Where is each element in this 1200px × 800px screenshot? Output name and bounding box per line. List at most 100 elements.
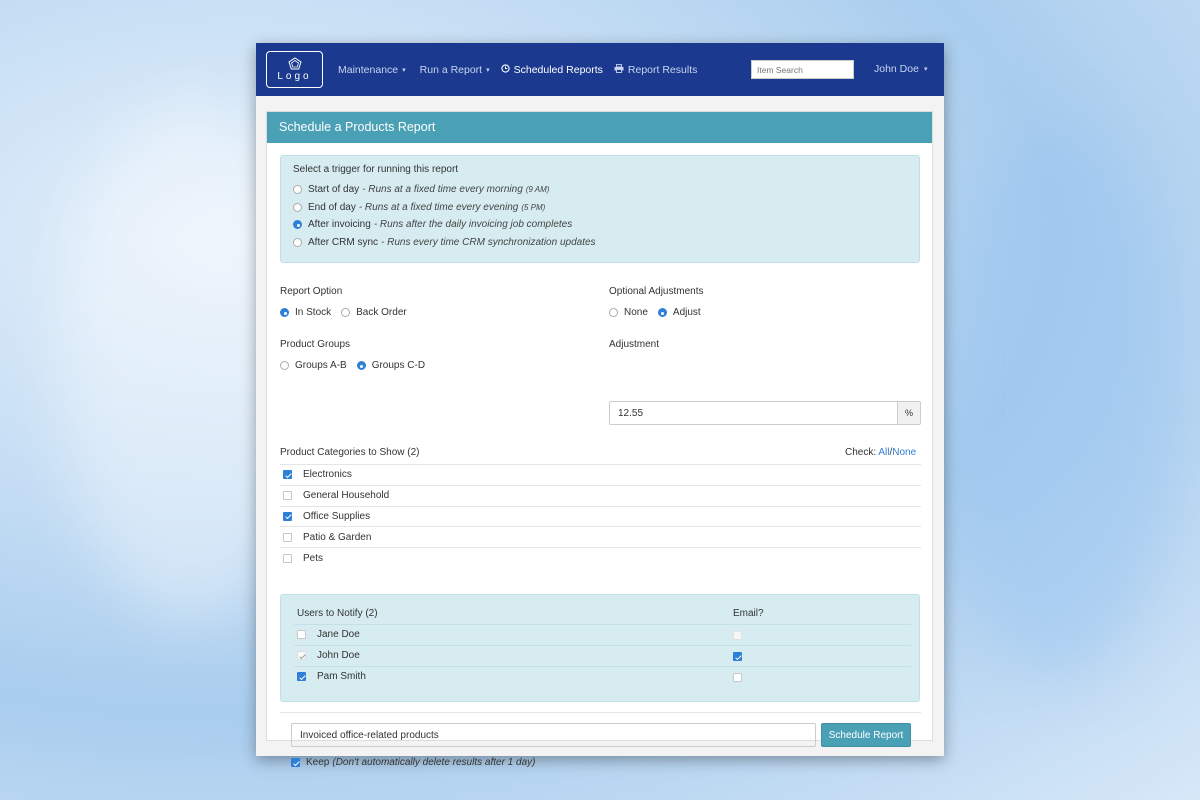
list-item[interactable]: Office Supplies [280, 505, 921, 527]
option-groups-a-b[interactable]: Groups A-B [280, 360, 347, 371]
check-none-link[interactable]: None [892, 447, 916, 458]
trigger-time: (5 PM) [521, 202, 546, 212]
option-in-stock[interactable]: In Stock [280, 307, 331, 318]
trigger-label: After CRM sync [308, 236, 379, 248]
check-label: Check: [845, 447, 877, 458]
optional-adjustments-label: Optional Adjustments [609, 286, 704, 297]
keep-option[interactable]: Keep (Don't automatically delete results… [291, 757, 535, 768]
category-label: General Household [303, 490, 390, 502]
checkbox-email-jane-doe [733, 631, 742, 640]
checkbox-user-pam-smith[interactable] [297, 672, 306, 682]
checkbox-pets[interactable] [283, 553, 292, 563]
caret-down-icon: ▾ [486, 66, 490, 74]
checkbox-general-household[interactable] [283, 491, 292, 501]
category-label: Pets [303, 552, 324, 564]
option-groups-c-d[interactable]: Groups C-D [356, 360, 426, 371]
option-label: None [624, 307, 648, 318]
category-label: Patio & Garden [303, 531, 372, 543]
nav-report-results[interactable]: Report Results [614, 64, 697, 76]
radio-in-stock[interactable] [280, 308, 289, 317]
panel-title: Schedule a Products Report [267, 112, 932, 143]
trigger-option-end-of-day[interactable]: End of day - Runs at a fixed time every … [293, 199, 907, 217]
nav-scheduled-reports[interactable]: Scheduled Reports [500, 63, 603, 76]
user-menu[interactable]: John Doe ▾ [874, 63, 927, 75]
schedule-report-button[interactable]: Schedule Report [821, 723, 911, 747]
trigger-desc: - Runs after the daily invoicing job com… [373, 219, 573, 231]
radio-adjust[interactable] [657, 308, 667, 317]
trigger-option-start-of-day[interactable]: Start of day - Runs at a fixed time ever… [293, 181, 907, 199]
check-all-link[interactable]: All [878, 447, 889, 458]
checkbox-user-jane-doe[interactable] [297, 630, 306, 640]
checkbox-office-supplies[interactable] [283, 511, 292, 521]
users-to-notify-label: Users to Notify (2) [297, 608, 378, 619]
list-item[interactable]: General Household [280, 484, 921, 506]
option-back-order[interactable]: Back Order [341, 307, 407, 318]
option-label: Groups C-D [371, 360, 426, 371]
option-adjust[interactable]: Adjust [657, 307, 701, 318]
divider [280, 712, 921, 713]
product-groups-label: Product Groups [280, 339, 351, 350]
table-row: John Doe [294, 645, 911, 666]
user-name: John Doe [874, 63, 919, 75]
category-list: Electronics General Household Office Sup… [280, 464, 921, 568]
trigger-label: End of day [308, 201, 356, 213]
radio-groups-c-d[interactable] [356, 361, 366, 370]
trigger-desc: - Runs at a fixed time every evening [358, 201, 519, 213]
logo[interactable]: Logo [266, 51, 323, 88]
trigger-option-after-crm-sync[interactable]: After CRM sync - Runs every time CRM syn… [293, 234, 907, 252]
category-label: Office Supplies [303, 510, 371, 522]
report-option-group: In Stock Back Order [280, 307, 417, 318]
nav-maintenance[interactable]: Maintenance ▾ [338, 64, 406, 76]
table-row: Jane Doe [294, 624, 911, 645]
list-item[interactable]: Pets [280, 547, 921, 568]
checkbox-email-pam-smith[interactable] [733, 673, 742, 682]
radio-none[interactable] [609, 308, 618, 317]
trigger-box: Select a trigger for running this report… [280, 155, 920, 263]
clock-icon [500, 63, 510, 76]
option-label: Back Order [356, 307, 407, 318]
keep-label: Keep [306, 757, 330, 768]
optional-adjustments-group: None Adjust [609, 307, 711, 318]
radio-after-invoicing[interactable] [293, 220, 302, 230]
checkbox-email-john-doe[interactable] [733, 652, 742, 661]
adjustment-label: Adjustment [609, 339, 660, 350]
adjustment-input-group: 12.55 % [609, 401, 921, 425]
adjustment-input[interactable]: 12.55 [610, 402, 897, 424]
option-label: In Stock [295, 307, 332, 318]
option-label: Groups A-B [295, 360, 347, 371]
checkbox-patio-garden[interactable] [283, 532, 292, 542]
radio-end-of-day[interactable] [293, 202, 302, 212]
checkbox-electronics[interactable] [283, 470, 292, 480]
radio-start-of-day[interactable] [293, 185, 302, 195]
radio-groups-a-b[interactable] [280, 361, 289, 370]
check-links: Check: All/None [845, 447, 916, 458]
nav-scheduled-reports-label: Scheduled Reports [513, 63, 603, 76]
logo-text: Logo [277, 71, 312, 82]
users-box: Users to Notify (2) Email? Jane Doe John… [280, 594, 920, 702]
email-column-label: Email? [733, 608, 764, 619]
product-groups-group: Groups A-B Groups C-D [280, 360, 435, 371]
keep-note: (Don't automatically delete results afte… [332, 757, 536, 768]
user-name-cell: Pam Smith [317, 671, 366, 683]
background-blob [940, 120, 1180, 680]
app-window: Logo Maintenance ▾ Run a Report ▾ Schedu… [256, 43, 944, 768]
radio-back-order[interactable] [341, 308, 351, 317]
radio-after-crm-sync[interactable] [293, 237, 302, 247]
nav-run-a-report[interactable]: Run a Report ▾ [420, 64, 490, 76]
checkbox-keep[interactable] [291, 758, 300, 767]
option-none[interactable]: None [609, 307, 648, 318]
nav-run-a-report-label: Run a Report [419, 63, 483, 76]
printer-icon [614, 63, 624, 76]
item-search-input[interactable] [751, 60, 854, 79]
list-item[interactable]: Patio & Garden [280, 526, 921, 547]
percent-addon: % [897, 402, 920, 424]
pentagon-logo-icon [287, 57, 302, 70]
user-name-cell: John Doe [317, 650, 360, 662]
list-item[interactable]: Electronics [280, 464, 921, 485]
caret-down-icon: ▾ [402, 66, 406, 74]
checkbox-user-john-doe[interactable] [297, 651, 306, 661]
trigger-option-after-invoicing[interactable]: After invoicing - Runs after the daily i… [293, 216, 907, 234]
navbar: Logo Maintenance ▾ Run a Report ▾ Schedu… [256, 43, 944, 96]
report-description-input[interactable]: Invoiced office-related products [291, 723, 816, 747]
trigger-title: Select a trigger for running this report [293, 164, 459, 175]
